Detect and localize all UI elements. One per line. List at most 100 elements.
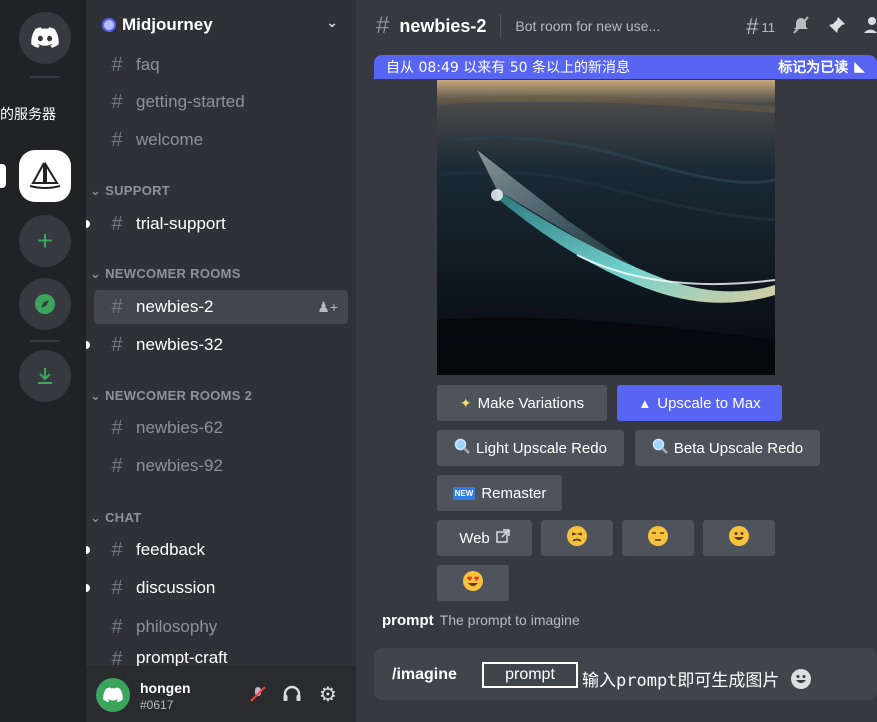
hash-thread-icon: #	[376, 12, 390, 39]
category-label: SUPPORT	[105, 183, 171, 198]
new-messages-banner[interactable]: 自从 08:49 以来有 50 条以上的新消息 标记为已读 ◣	[374, 55, 877, 79]
channel-newbies-2[interactable]: # newbies-2 ♟+	[94, 290, 348, 324]
username: hongen	[140, 680, 191, 696]
channel-discussion[interactable]: # discussion	[86, 571, 348, 605]
button-label: Remaster	[481, 484, 547, 502]
channel-getting-started[interactable]: # getting-started	[94, 85, 348, 119]
hash-thread-icon: #	[111, 538, 123, 561]
hash-icon: #	[111, 212, 123, 235]
hash-icon: #	[111, 576, 123, 599]
unread-indicator	[86, 341, 90, 349]
channel-title: newbies-2	[399, 15, 487, 36]
hash-thread-icon: #	[111, 648, 123, 666]
instruction-caption: 输入prompt即可生成图片	[582, 666, 812, 691]
mark-as-read-label: 标记为已读	[778, 60, 849, 76]
caption-text: 输入prompt即可生成图片	[582, 671, 780, 691]
make-variations-button[interactable]: ✦ Make Variations	[437, 385, 607, 421]
mark-as-read-button[interactable]: 标记为已读 ◣	[778, 57, 865, 77]
channel-newbies-32[interactable]: # newbies-32	[86, 328, 348, 362]
button-label: Beta Upscale Redo	[673, 439, 804, 457]
category-label: CHAT	[105, 510, 142, 525]
channel-newbies-92[interactable]: # newbies-92	[94, 449, 348, 483]
guild-name: Midjourney	[122, 15, 213, 34]
magnifier-icon	[652, 438, 668, 458]
reaction-heart-eyes-button[interactable]	[437, 565, 509, 601]
emoji-picker-icon[interactable]	[790, 669, 812, 691]
button-label: Light Upscale Redo	[476, 439, 607, 457]
upscale-to-max-button[interactable]: ▲ Upscale to Max	[617, 385, 782, 421]
chevron-down-icon[interactable]: ⌄	[326, 14, 338, 31]
web-link-button[interactable]: Web	[437, 520, 532, 556]
server-folder-label[interactable]: 的服务器	[0, 104, 86, 124]
beta-upscale-redo-button[interactable]: Beta Upscale Redo	[635, 430, 820, 466]
channel-label: prompt-craft	[136, 648, 228, 666]
user-tag: #0617	[140, 698, 174, 712]
thread-count: 11	[761, 19, 776, 35]
explore-compass-icon[interactable]	[19, 278, 71, 330]
category-chat[interactable]: ⌄ CHAT	[90, 510, 141, 526]
hash-thread-icon: #	[111, 416, 123, 439]
remaster-button[interactable]: NEW Remaster	[437, 475, 562, 511]
pin-icon[interactable]	[827, 15, 847, 40]
gear-icon[interactable]: ⚙	[316, 682, 340, 706]
external-link-icon	[496, 529, 510, 547]
category-label: NEWCOMER ROOMS 2	[105, 388, 253, 403]
channel-newbies-62[interactable]: # newbies-62	[94, 411, 348, 445]
category-newcomer[interactable]: ⌄ NEWCOMER ROOMS	[90, 266, 241, 282]
chat-main: # newbies-2 Bot room for new use... #11 …	[356, 0, 877, 722]
avatar[interactable]	[96, 678, 130, 712]
member-list-icon[interactable]	[863, 15, 877, 40]
channel-label: newbies-62	[136, 418, 223, 437]
heart-eyes-face-icon	[462, 570, 484, 596]
channel-label: newbies-32	[136, 335, 223, 354]
prompt-param-input[interactable]: prompt	[484, 664, 576, 686]
headphones-icon[interactable]	[280, 682, 304, 706]
reaction-tired-face-button[interactable]	[541, 520, 613, 556]
magic-wand-icon: ✦	[459, 394, 472, 411]
category-newcomer-2[interactable]: ⌄ NEWCOMER ROOMS 2	[90, 388, 252, 404]
category-label: NEWCOMER ROOMS	[105, 266, 241, 281]
channel-philosophy[interactable]: # philosophy	[94, 610, 348, 644]
mute-mic-icon[interactable]	[246, 682, 270, 706]
channel-feedback[interactable]: # feedback	[86, 533, 348, 567]
hash-icon: #	[111, 615, 123, 638]
add-server-icon[interactable]: +	[19, 215, 71, 267]
rail-separator	[30, 76, 60, 78]
channel-welcome[interactable]: # welcome	[94, 123, 348, 157]
channel-prompt-craft[interactable]: # prompt-craft	[94, 648, 348, 666]
generated-image[interactable]	[437, 80, 775, 375]
guild-header[interactable]: Midjourney ⌄	[86, 0, 356, 50]
tired-face-icon	[566, 525, 588, 551]
guild-status-icon	[104, 20, 114, 30]
reaction-smiley-face-button[interactable]	[703, 520, 775, 556]
unread-indicator	[86, 546, 90, 554]
threads-icon[interactable]: #11	[746, 14, 775, 40]
channel-faq[interactable]: # faq	[94, 48, 348, 82]
download-icon[interactable]	[19, 350, 71, 402]
channel-label: trial-support	[136, 214, 226, 233]
discord-home-icon[interactable]	[19, 12, 71, 64]
server-rail: 的服务器 +	[0, 0, 86, 722]
hash-thread-icon: #	[111, 333, 123, 356]
channel-label: philosophy	[136, 617, 218, 636]
channel-topic[interactable]: Bot room for new use...	[515, 18, 660, 34]
button-label: Upscale to Max	[657, 394, 761, 412]
light-upscale-redo-button[interactable]: Light Upscale Redo	[437, 430, 624, 466]
channel-trial-support[interactable]: # trial-support	[86, 207, 348, 241]
selected-server-pill	[0, 164, 6, 188]
hash-thread-icon: #	[111, 454, 123, 477]
button-label: Make Variations	[477, 394, 585, 412]
hint-description: The prompt to imagine	[439, 612, 580, 628]
hash-icon: #	[111, 53, 123, 76]
slash-command-hint: prompt The prompt to imagine	[382, 612, 580, 629]
reaction-unamused-face-button[interactable]	[622, 520, 694, 556]
category-support[interactable]: ⌄ SUPPORT	[90, 183, 170, 199]
channel-label: welcome	[136, 130, 204, 149]
channel-header: # newbies-2 Bot room for new use... #11	[356, 0, 877, 52]
add-user-icon[interactable]: ♟+	[317, 299, 338, 316]
channel-label: discussion	[136, 578, 216, 597]
midjourney-server-icon[interactable]	[19, 150, 71, 202]
slash-command: /imagine	[392, 666, 457, 683]
mute-notifications-icon[interactable]	[791, 15, 811, 40]
channel-label: feedback	[136, 540, 205, 559]
